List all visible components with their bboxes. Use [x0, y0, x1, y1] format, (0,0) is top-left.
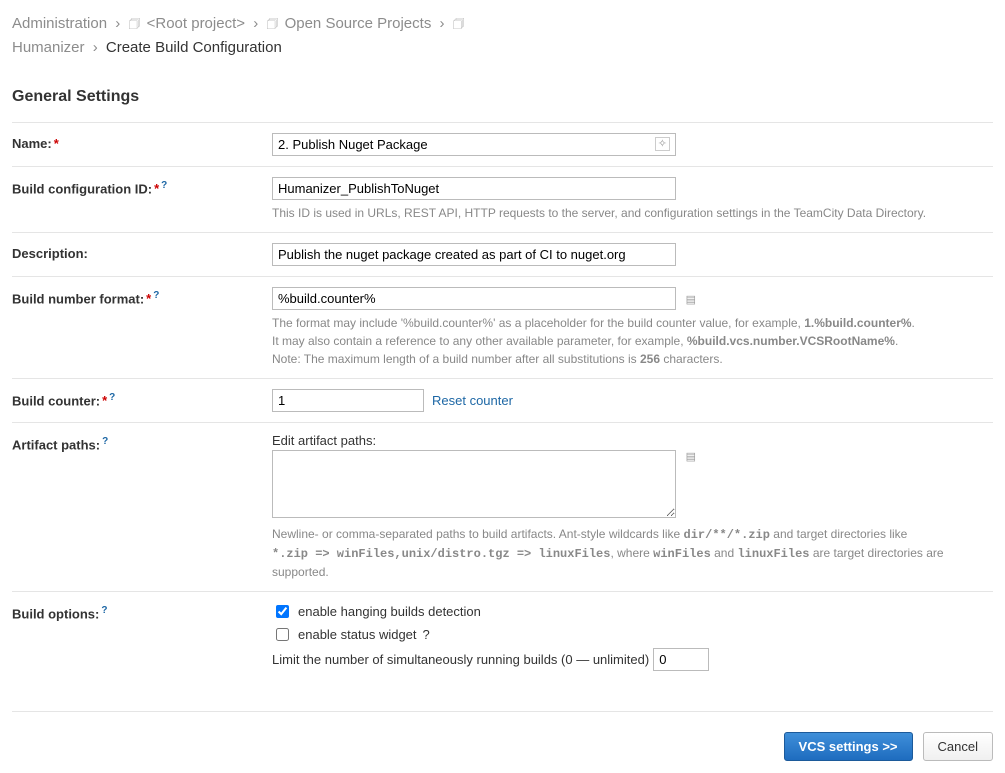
config-id-label: Build configuration ID:*?	[12, 177, 272, 196]
build-counter-input[interactable]	[272, 389, 424, 412]
artifact-paths-hint: Newline- or comma-separated paths to bui…	[272, 525, 992, 581]
list-icon[interactable]: ▤	[686, 451, 696, 463]
artifact-paths-textarea[interactable]	[272, 450, 676, 518]
description-label: Description:	[12, 243, 272, 261]
breadcrumb-root[interactable]: <Root project>	[147, 15, 245, 32]
reset-counter-link[interactable]: Reset counter	[432, 393, 513, 408]
build-number-format-label: Build number format:*?	[12, 287, 272, 306]
chevron-right-icon: ›	[253, 15, 258, 32]
breadcrumb: Administration › 🗇 <Root project> › 🗇 Op…	[12, 12, 993, 60]
hanging-detection-checkbox[interactable]	[276, 605, 289, 618]
config-id-input[interactable]	[272, 177, 676, 200]
chevron-right-icon: ›	[115, 15, 120, 32]
build-options-label: Build options:?	[12, 602, 272, 621]
breadcrumb-open-source[interactable]: Open Source Projects	[285, 15, 432, 32]
name-input[interactable]	[272, 133, 676, 156]
help-icon[interactable]: ?	[101, 605, 107, 616]
vcs-settings-button[interactable]: VCS settings >>	[784, 732, 913, 761]
artifact-paths-label: Artifact paths:?	[12, 433, 272, 452]
project-icon: 🗇	[453, 14, 465, 35]
project-icon: 🗇	[266, 14, 278, 35]
project-icon: 🗇	[128, 14, 140, 35]
section-title: General Settings	[12, 88, 993, 112]
help-icon[interactable]: ?	[423, 627, 430, 642]
help-icon[interactable]: ?	[161, 180, 167, 191]
status-widget-option[interactable]: enable status widget ?	[272, 625, 993, 644]
status-widget-checkbox[interactable]	[276, 628, 289, 641]
build-number-format-hint: The format may include '%build.counter%'…	[272, 314, 992, 368]
config-id-hint: This ID is used in URLs, REST API, HTTP …	[272, 204, 992, 222]
help-icon[interactable]: ?	[153, 290, 159, 301]
name-label: Name:*	[12, 133, 272, 151]
hanging-detection-option[interactable]: enable hanging builds detection	[272, 602, 993, 621]
cancel-button[interactable]: Cancel	[923, 732, 993, 761]
chevron-right-icon: ›	[440, 15, 445, 32]
help-icon[interactable]: ?	[102, 436, 108, 447]
footer: VCS settings >> Cancel	[12, 711, 993, 761]
breadcrumb-current: Create Build Configuration	[106, 39, 282, 56]
description-input[interactable]	[272, 243, 676, 266]
help-icon[interactable]: ?	[109, 392, 115, 403]
breadcrumb-project[interactable]: Humanizer	[12, 39, 85, 56]
artifact-edit-label: Edit artifact paths:	[272, 433, 993, 448]
limit-builds-input[interactable]	[653, 648, 709, 671]
limit-builds-label: Limit the number of simultaneously runni…	[272, 652, 649, 667]
magic-wand-icon[interactable]: ✧	[655, 137, 670, 151]
chevron-right-icon: ›	[93, 39, 98, 56]
breadcrumb-admin[interactable]: Administration	[12, 15, 107, 32]
build-counter-label: Build counter:*?	[12, 389, 272, 408]
build-number-format-input[interactable]	[272, 287, 676, 310]
list-icon[interactable]: ▤	[686, 294, 696, 306]
